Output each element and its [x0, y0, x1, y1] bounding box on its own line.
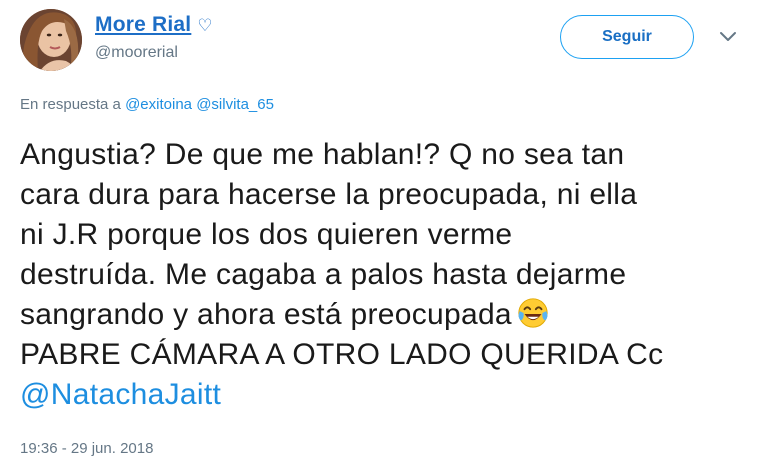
- tweet-timestamp[interactable]: 19:36 - 29 jun. 2018: [20, 440, 153, 457]
- reply-context: En respuesta a @exitoina @silvita_65: [20, 96, 274, 113]
- tweet-text: Angustia? De que me hablan!? Q no sea ta…: [20, 135, 760, 415]
- user-name-row: More Rial ♡: [95, 13, 213, 37]
- face-with-tears-of-joy-icon: [518, 298, 548, 328]
- tweet-line: ni J.R porque los dos quieren verme: [20, 218, 513, 251]
- tweet-line: PABRE CÁMARA A OTRO LADO QUERIDA Cc: [20, 338, 664, 371]
- heart-icon: ♡: [197, 16, 213, 35]
- avatar[interactable]: [20, 9, 82, 71]
- reply-mention-exitoina[interactable]: @exitoina: [125, 96, 192, 113]
- avatar-photo-icon: [20, 9, 82, 71]
- tweet-line: cara dura para hacerse la preocupada, ni…: [20, 178, 638, 211]
- tweet-mention-natachajaitt[interactable]: @NatachaJaitt: [20, 375, 760, 415]
- user-handle[interactable]: @moorerial: [95, 44, 178, 62]
- reply-mention-silvita[interactable]: @silvita_65: [196, 96, 274, 113]
- follow-button[interactable]: Seguir: [560, 15, 694, 59]
- tweet-line: destruída. Me cagaba a palos hasta dejar…: [20, 258, 627, 291]
- tweet-line: Angustia? De que me hablan!? Q no sea ta…: [20, 138, 625, 171]
- reply-prefix: En respuesta a: [20, 96, 121, 113]
- tweet-line: sangrando y ahora está preocupada: [20, 298, 512, 331]
- display-name[interactable]: More Rial: [95, 13, 191, 37]
- tweet-card: More Rial ♡ @moorerial Seguir En respues…: [0, 0, 767, 475]
- chevron-down-icon[interactable]: [718, 30, 738, 44]
- tweet-line-with-emoji: sangrando y ahora está preocupada: [20, 295, 760, 335]
